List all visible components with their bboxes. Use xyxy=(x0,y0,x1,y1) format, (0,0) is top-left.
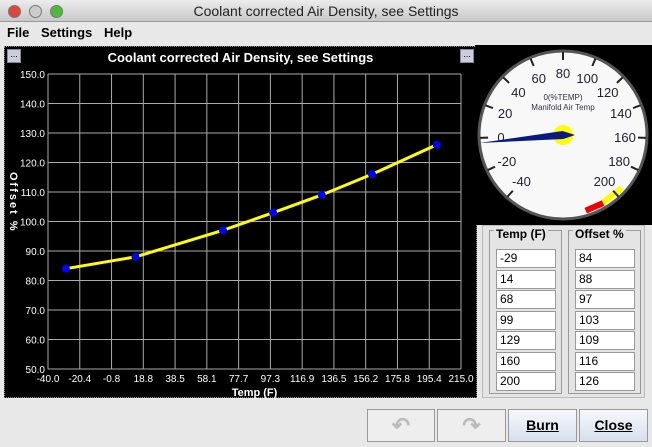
y-tick-label: 100.0 xyxy=(20,218,45,229)
gauge-label: 200 xyxy=(594,174,616,189)
x-tick-label: 175.8 xyxy=(385,374,410,385)
chart-panel: ... ... Coolant corrected Air Density, s… xyxy=(4,46,478,399)
offset-cell[interactable]: 126 xyxy=(575,372,635,391)
offset-cell[interactable]: 97 xyxy=(575,290,635,309)
gauge-label: 180 xyxy=(608,154,630,169)
gauge-label: -40 xyxy=(512,174,531,189)
y-tick-label: 150.0 xyxy=(20,70,45,81)
y-tick-label: 80.0 xyxy=(26,277,46,288)
gauge-title: 0(%TEMP) xyxy=(543,93,582,102)
temp-cell[interactable]: 99 xyxy=(496,310,556,330)
gauge-label: 40 xyxy=(511,85,525,100)
data-point xyxy=(317,190,326,199)
gauge-label: 60 xyxy=(532,71,546,86)
data-point xyxy=(61,264,70,273)
gauge-label: 120 xyxy=(597,85,619,100)
gauge-label: 100 xyxy=(576,71,598,86)
offset-column: Offset % 84 88 97 103 109 116 126 xyxy=(568,227,641,394)
offset-cell[interactable]: 116 xyxy=(575,351,635,371)
menu-bar: File Settings Help xyxy=(0,23,652,43)
offset-cell[interactable]: 88 xyxy=(575,269,635,289)
temp-cell[interactable]: 14 xyxy=(496,269,556,289)
temp-cell[interactable]: 129 xyxy=(496,331,556,350)
x-tick-label: -0.8 xyxy=(103,374,121,385)
temp-column: Temp (F) -29 14 68 99 129 160 200 xyxy=(489,227,562,394)
temp-cell[interactable]: 200 xyxy=(496,372,556,391)
y-tick-label: 120.0 xyxy=(20,159,45,170)
title-bar: Coolant corrected Air Density, see Setti… xyxy=(0,0,652,22)
temp-header: Temp (F) xyxy=(494,227,548,241)
data-point xyxy=(218,226,227,235)
x-tick-label: 18.8 xyxy=(134,374,154,385)
x-tick-label: 58.1 xyxy=(197,374,217,385)
curve-table: Temp (F) -29 14 68 99 129 160 200 Offset % 84 88 9… xyxy=(482,225,645,398)
menu-settings[interactable]: Settings xyxy=(41,23,92,43)
x-tick-label: 116.9 xyxy=(290,374,315,385)
y-tick-label: 140.0 xyxy=(20,100,45,111)
temp-cell[interactable]: -29 xyxy=(496,249,556,268)
x-tick-label: 97.3 xyxy=(261,374,281,385)
x-axis-label: Temp (F) xyxy=(232,387,278,399)
y-axis-label: Offset % xyxy=(7,172,19,233)
gauge-subtitle: Manifold Air Temp xyxy=(531,103,595,112)
y-tick-label: 60.0 xyxy=(26,336,46,347)
chart-svg[interactable]: 50.060.070.080.090.0100.0110.0120.0130.0… xyxy=(5,47,478,399)
window-title: Coolant corrected Air Density, see Setti… xyxy=(193,3,459,19)
gauge-label: 140 xyxy=(610,106,632,121)
menu-help[interactable]: Help xyxy=(104,23,132,43)
gauge-label: 160 xyxy=(614,130,636,145)
y-tick-label: 110.0 xyxy=(21,188,46,199)
x-tick-label: 195.4 xyxy=(417,374,442,385)
y-tick-label: 70.0 xyxy=(26,306,46,317)
data-point xyxy=(131,252,140,261)
close-button[interactable]: Close xyxy=(579,409,648,442)
menu-file[interactable]: File xyxy=(7,23,29,43)
x-tick-label: 215.0 xyxy=(448,374,473,385)
x-tick-label: -20.4 xyxy=(68,374,91,385)
x-tick-label: 136.5 xyxy=(321,374,346,385)
offset-cell[interactable]: 109 xyxy=(575,331,635,350)
gauge-label: 0 xyxy=(497,130,504,145)
burn-button[interactable]: Burn xyxy=(508,409,577,442)
y-tick-label: 130.0 xyxy=(20,129,45,140)
x-tick-label: 77.7 xyxy=(229,374,249,385)
gauge-label: -20 xyxy=(497,154,516,169)
gauge: -40 -20 0 20 40 60 80 100120 140 160 180 200 0(%TEMP… xyxy=(475,45,652,225)
temp-cell[interactable]: 68 xyxy=(496,290,556,309)
gauge-label: 20 xyxy=(498,106,512,121)
data-point xyxy=(367,170,376,179)
offset-cell[interactable]: 103 xyxy=(575,310,635,330)
offset-header: Offset % xyxy=(573,227,626,241)
data-point xyxy=(432,140,441,149)
x-tick-label: 156.2 xyxy=(353,374,378,385)
temp-cell[interactable]: 160 xyxy=(496,351,556,371)
undo-button[interactable]: ↶ xyxy=(367,409,435,442)
y-tick-label: 90.0 xyxy=(26,247,46,258)
series-line xyxy=(65,143,438,271)
x-tick-label: -40.0 xyxy=(37,374,60,385)
minimize-window-icon[interactable] xyxy=(29,5,42,18)
close-window-icon[interactable] xyxy=(8,5,21,18)
data-point xyxy=(269,208,278,217)
x-tick-label: 38.5 xyxy=(165,374,185,385)
zoom-window-icon[interactable] xyxy=(50,5,63,18)
offset-cell[interactable]: 84 xyxy=(575,249,635,268)
redo-button[interactable]: ↷ xyxy=(437,409,506,442)
gauge-label: 80 xyxy=(556,66,570,81)
